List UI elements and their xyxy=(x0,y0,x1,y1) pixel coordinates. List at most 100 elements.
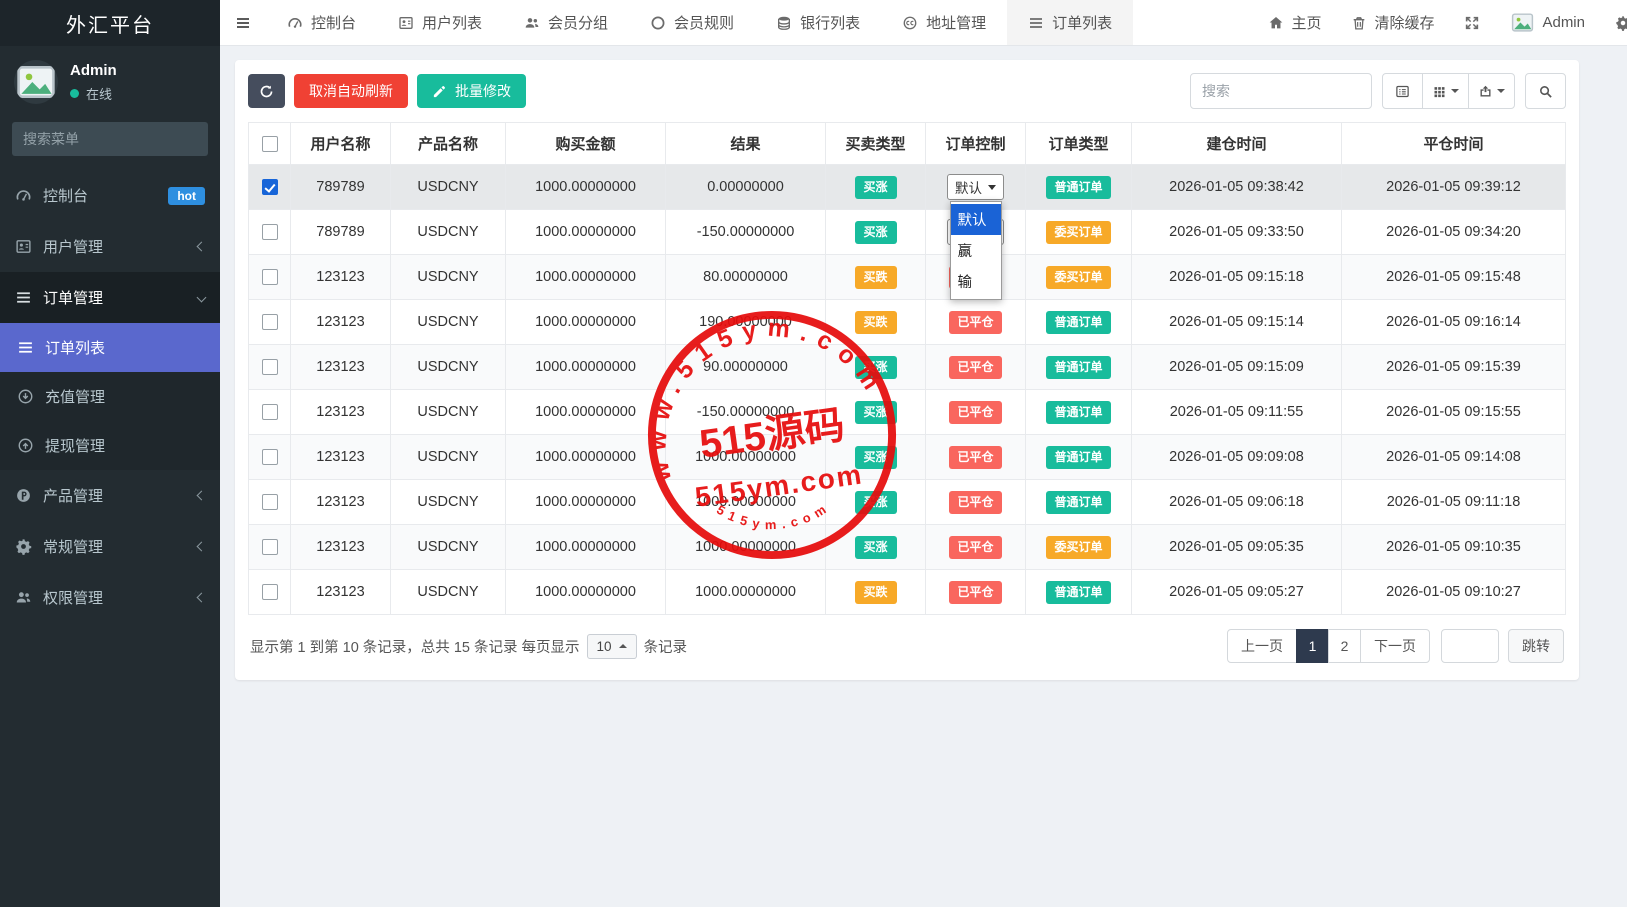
cell-product: USDCNY xyxy=(391,210,506,255)
menu-toggle-button[interactable] xyxy=(220,0,266,45)
sidebar-search-input[interactable] xyxy=(12,122,208,156)
order-table-body: 789789 USDCNY 1000.00000000 0.00000000 买… xyxy=(249,165,1566,615)
sidebar-item-products[interactable]: 产品管理 xyxy=(0,470,220,521)
detail-view-button[interactable] xyxy=(1382,73,1423,109)
admin-menu[interactable]: Admin xyxy=(1495,0,1600,45)
table-row: 123123 USDCNY 1000.00000000 80.00000000 … xyxy=(249,255,1566,300)
sidebar-item-withdraw[interactable]: 提现管理 xyxy=(0,421,220,470)
cell-open-time: 2026-01-05 09:05:35 xyxy=(1132,525,1342,570)
row-checkbox[interactable] xyxy=(262,179,278,195)
batch-edit-button[interactable]: 批量修改 xyxy=(417,74,526,108)
cell-close-time: 2026-01-05 09:14:08 xyxy=(1342,435,1566,480)
main-content: 取消自动刷新 批量修改 xyxy=(220,46,1627,907)
menu-icon xyxy=(235,15,251,31)
home-link[interactable]: 主页 xyxy=(1253,0,1336,45)
export-button[interactable] xyxy=(1468,73,1515,109)
cell-user: 789789 xyxy=(291,165,391,210)
sidebar-item-permissions[interactable]: 权限管理 xyxy=(0,572,220,623)
sidebar-item-order-management[interactable]: 订单管理 xyxy=(0,272,220,323)
cell-close-time: 2026-01-05 09:16:14 xyxy=(1342,300,1566,345)
order-control-select[interactable]: 默认 xyxy=(947,174,1004,200)
cell-result: 0.00000000 xyxy=(666,165,826,210)
dropdown-option[interactable]: 赢 xyxy=(951,235,1001,266)
row-checkbox[interactable] xyxy=(262,539,278,555)
dropdown-option[interactable]: 默认 xyxy=(951,204,1001,235)
side-badge: 买涨 xyxy=(855,491,897,514)
search-button[interactable] xyxy=(1525,73,1566,109)
columns-icon xyxy=(1432,84,1447,99)
refresh-button[interactable] xyxy=(248,74,285,108)
page-button-1[interactable]: 1 xyxy=(1296,629,1329,663)
user-list-icon xyxy=(398,15,414,31)
control-cell: 已平仓 xyxy=(926,390,1026,435)
cell-open-time: 2026-01-05 09:15:18 xyxy=(1132,255,1342,300)
order-type-badge: 委买订单 xyxy=(1046,266,1110,289)
export-icon xyxy=(1478,84,1493,99)
col-open-time: 建仓时间 xyxy=(1132,123,1342,165)
cell-product: USDCNY xyxy=(391,480,506,525)
row-checkbox[interactable] xyxy=(262,314,278,330)
side-badge: 买跌 xyxy=(855,266,897,289)
tab-address-management[interactable]: 地址管理 xyxy=(881,0,1007,45)
orders-table: 用户名称 产品名称 购买金额 结果 买卖类型 订单控制 订单类型 建仓时间 平仓… xyxy=(248,122,1566,615)
row-checkbox[interactable] xyxy=(262,449,278,465)
settings-button[interactable] xyxy=(1600,0,1627,45)
chevron-left-icon xyxy=(197,593,207,603)
row-checkbox[interactable] xyxy=(262,224,278,240)
prev-page-button[interactable]: 上一页 xyxy=(1227,629,1297,663)
row-checkbox[interactable] xyxy=(262,494,278,510)
jump-button[interactable]: 跳转 xyxy=(1508,629,1564,663)
jump-page-input[interactable] xyxy=(1441,629,1499,663)
cell-product: USDCNY xyxy=(391,570,506,615)
table-search-input[interactable] xyxy=(1190,73,1372,109)
sidebar-item-order-list[interactable]: 订单列表 xyxy=(0,323,220,372)
order-type-badge: 普通订单 xyxy=(1046,176,1110,199)
tab-bank-list[interactable]: 银行列表 xyxy=(755,0,881,45)
row-checkbox[interactable] xyxy=(262,584,278,600)
row-checkbox[interactable] xyxy=(262,269,278,285)
sidebar-item-general[interactable]: 常规管理 xyxy=(0,521,220,572)
row-checkbox[interactable] xyxy=(262,404,278,420)
side-badge: 买跌 xyxy=(855,311,897,334)
col-side: 买卖类型 xyxy=(826,123,926,165)
table-row: 123123 USDCNY 1000.00000000 190.00000000… xyxy=(249,300,1566,345)
control-status-badge: 已平仓 xyxy=(949,491,1001,514)
page-size-select[interactable]: 10 xyxy=(587,634,637,659)
cell-product: USDCNY xyxy=(391,300,506,345)
order-management-icon xyxy=(15,289,32,306)
sidebar-item-recharge[interactable]: 充值管理 xyxy=(0,372,220,421)
chevron-left-icon xyxy=(197,242,207,252)
cell-open-time: 2026-01-05 09:05:27 xyxy=(1132,570,1342,615)
tab-member-groups[interactable]: 会员分组 xyxy=(503,0,629,45)
cell-result: 190.00000000 xyxy=(666,300,826,345)
side-badge: 买涨 xyxy=(855,221,897,244)
fullscreen-button[interactable] xyxy=(1449,0,1495,45)
cell-user: 123123 xyxy=(291,570,391,615)
tab-member-rules[interactable]: 会员规则 xyxy=(629,0,755,45)
cancel-auto-refresh-button[interactable]: 取消自动刷新 xyxy=(294,74,408,108)
columns-button[interactable] xyxy=(1422,73,1469,109)
cell-product: USDCNY xyxy=(391,435,506,480)
sidebar-menu: 控制台 hot 用户管理 订单管理 订单列表 xyxy=(0,170,220,623)
tab-dashboard[interactable]: 控制台 xyxy=(266,0,377,45)
clear-cache-link[interactable]: 清除缓存 xyxy=(1336,0,1449,45)
cell-amount: 1000.00000000 xyxy=(506,345,666,390)
cell-close-time: 2026-01-05 09:15:39 xyxy=(1342,345,1566,390)
table-row: 789789 USDCNY 1000.00000000 -150.0000000… xyxy=(249,210,1566,255)
refresh-icon xyxy=(259,84,274,99)
row-checkbox[interactable] xyxy=(262,359,278,375)
tab-order-list[interactable]: 订单列表 xyxy=(1007,0,1133,45)
dropdown-option[interactable]: 输 xyxy=(951,266,1001,297)
next-page-button[interactable]: 下一页 xyxy=(1360,629,1430,663)
sidebar-item-user-management[interactable]: 用户管理 xyxy=(0,221,220,272)
chevron-left-icon xyxy=(197,542,207,552)
user-name: Admin xyxy=(70,62,117,79)
sidebar-item-dashboard[interactable]: 控制台 hot xyxy=(0,170,220,221)
tab-user-list[interactable]: 用户列表 xyxy=(377,0,503,45)
select-all-checkbox[interactable] xyxy=(262,136,278,152)
order-control-dropdown: 默认赢输 xyxy=(950,201,1002,300)
order-type-badge: 普通订单 xyxy=(1046,446,1110,469)
sidebar: Admin 在线 控制台 hot 用户管理 订单管理 xyxy=(0,46,220,907)
page-button-2[interactable]: 2 xyxy=(1328,629,1361,663)
cell-open-time: 2026-01-05 09:15:09 xyxy=(1132,345,1342,390)
